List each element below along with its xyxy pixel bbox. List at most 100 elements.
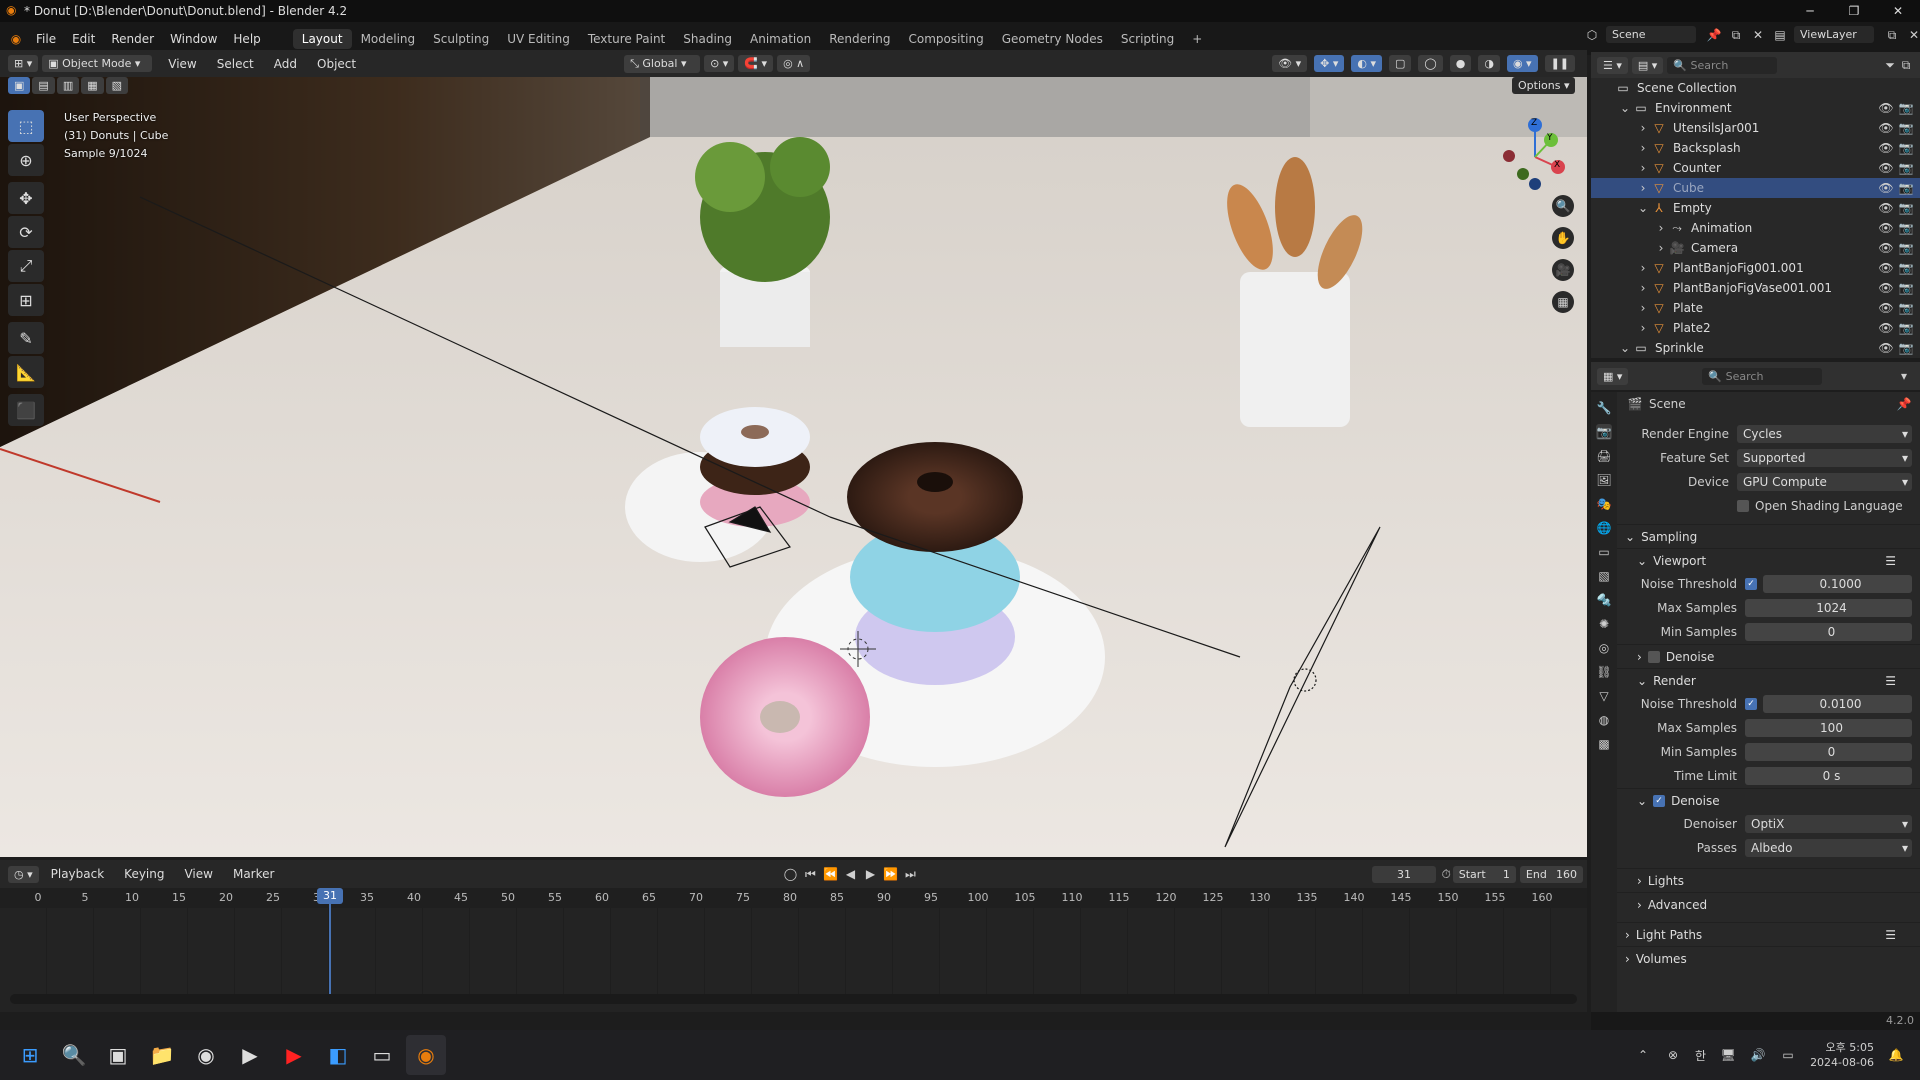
menu-file[interactable]: File	[28, 32, 64, 46]
rendered-shading[interactable]: ◉ ▾	[1506, 55, 1538, 72]
expand-toggle-icon[interactable]: ›	[1653, 240, 1669, 256]
r-max-samples-field[interactable]: 100	[1745, 719, 1912, 737]
render-toggle-icon[interactable]: 📷	[1898, 280, 1914, 296]
render-toggle-icon[interactable]: 📷	[1898, 340, 1914, 356]
render-toggle-icon[interactable]: 📷	[1898, 260, 1914, 276]
scene-tab-icon[interactable]: 🎭	[1596, 496, 1612, 512]
terminal-icon[interactable]: ▭	[362, 1035, 402, 1075]
modifier-tab-icon[interactable]: 🔩	[1596, 592, 1612, 608]
output-tab-icon[interactable]: 🖨	[1596, 448, 1612, 464]
delete-scene-icon[interactable]: ✕	[1750, 27, 1766, 43]
material-shading[interactable]: ◑	[1478, 55, 1500, 72]
r-denoise-subpanel-header[interactable]: ⌄ ✓ Denoise	[1617, 788, 1920, 812]
task-view-icon[interactable]: ▣	[98, 1035, 138, 1075]
select-new-button[interactable]: ▣	[8, 77, 31, 94]
expand-toggle-icon[interactable]: ›	[1635, 260, 1651, 276]
tray-chevron-icon[interactable]: ⌃	[1635, 1047, 1651, 1063]
visibility-button[interactable]: 👁 ▾	[1272, 55, 1308, 72]
viewport-menu-select[interactable]: Select	[209, 57, 262, 71]
particles-tab-icon[interactable]: ✺	[1596, 616, 1612, 632]
outliner-row[interactable]: › ▽ Backsplash 👁 📷	[1591, 138, 1920, 158]
youtube-icon[interactable]: ▶	[274, 1035, 314, 1075]
transform-tool[interactable]: ⊞	[8, 284, 44, 316]
viewport-menu-view[interactable]: View	[160, 57, 204, 71]
timeline-menu-view[interactable]: View	[176, 867, 220, 881]
osl-checkbox[interactable]	[1737, 500, 1749, 512]
expand-toggle-icon[interactable]: ›	[1635, 300, 1651, 316]
3d-viewport[interactable]: User Perspective (31) Donuts | Cube Samp…	[0, 77, 1587, 857]
view-layer-tab-icon[interactable]: 🖼	[1596, 472, 1612, 488]
annotate-tool[interactable]: ✎	[8, 322, 44, 354]
visibility-eye-icon[interactable]: 👁	[1878, 160, 1894, 176]
expand-toggle-icon[interactable]: ›	[1635, 120, 1651, 136]
add-cube-tool[interactable]: ⬛	[8, 394, 44, 426]
list-icon[interactable]: ☰	[1885, 928, 1896, 942]
minimize-button[interactable]: ─	[1788, 0, 1832, 22]
outliner-row[interactable]: › ▽ PlantBanjoFig001.001 👁 📷	[1591, 258, 1920, 278]
new-collection-icon[interactable]: ⧉	[1898, 57, 1914, 73]
end-frame-field[interactable]: End 160	[1519, 865, 1584, 883]
outliner-row[interactable]: ▭ Scene Collection	[1591, 78, 1920, 98]
battery-icon[interactable]: ▭	[1780, 1047, 1796, 1063]
sampling-panel-header[interactable]: ⌄ Sampling	[1617, 524, 1920, 548]
passes-dropdown[interactable]: Albedo ▾	[1745, 839, 1912, 857]
tool-tab-icon[interactable]: 🔧	[1596, 400, 1612, 416]
expand-toggle-icon[interactable]: ›	[1635, 140, 1651, 156]
render-toggle-icon[interactable]: 📷	[1898, 200, 1914, 216]
physics-tab-icon[interactable]: ◎	[1596, 640, 1612, 656]
expand-toggle-icon[interactable]: ›	[1635, 180, 1651, 196]
render-toggle-icon[interactable]: 📷	[1898, 240, 1914, 256]
snap-button[interactable]: 🧲 ▾	[738, 55, 774, 72]
pause-render-button[interactable]: ❚❚	[1544, 55, 1575, 72]
visibility-eye-icon[interactable]: 👁	[1878, 240, 1894, 256]
expand-toggle-icon[interactable]: ⌄	[1617, 100, 1633, 116]
render-toggle-icon[interactable]: 📷	[1898, 300, 1914, 316]
new-view-layer-icon[interactable]: ⧉	[1884, 27, 1900, 43]
network-icon[interactable]: 🖥	[1720, 1047, 1736, 1063]
tab-uv-editing[interactable]: UV Editing	[498, 29, 579, 49]
outliner-editor-type[interactable]: ☰ ▾	[1597, 56, 1628, 74]
tab-sculpting[interactable]: Sculpting	[424, 29, 498, 49]
select-extend-button[interactable]: ▤	[32, 77, 55, 94]
blender-menu-icon[interactable]: ◉	[8, 31, 24, 47]
visibility-eye-icon[interactable]: 👁	[1878, 320, 1894, 336]
close-button[interactable]: ✕	[1876, 0, 1920, 22]
visibility-eye-icon[interactable]: 👁	[1878, 180, 1894, 196]
pan-hand-icon[interactable]: ✋	[1552, 227, 1574, 249]
list-icon[interactable]: ☰	[1885, 674, 1896, 688]
pin-context-icon[interactable]: 📌	[1896, 396, 1912, 412]
pivot-button[interactable]: ⊙ ▾	[704, 55, 735, 72]
move-tool[interactable]: ✥	[8, 182, 44, 214]
menu-window[interactable]: Window	[162, 32, 225, 46]
lights-subpanel-header[interactable]: › Lights	[1617, 868, 1920, 892]
collection-tab-icon[interactable]: ▭	[1596, 544, 1612, 560]
outliner-row[interactable]: › ▽ UtensilsJar001 👁 📷	[1591, 118, 1920, 138]
notification-icon[interactable]: 🔔	[1888, 1047, 1904, 1063]
world-tab-icon[interactable]: 🌐	[1596, 520, 1612, 536]
rotate-tool[interactable]: ⟳	[8, 216, 44, 248]
scale-tool[interactable]: ⤢	[8, 250, 44, 282]
expand-toggle-icon[interactable]: ›	[1635, 320, 1651, 336]
render-toggle-icon[interactable]: 📷	[1898, 120, 1914, 136]
vp-denoise-subpanel-header[interactable]: › Denoise	[1617, 644, 1920, 668]
outliner-row[interactable]: › 🎥 Camera 👁 📷	[1591, 238, 1920, 258]
keyframe-area[interactable]	[0, 888, 1587, 994]
render-tab-icon[interactable]: 📷	[1596, 424, 1612, 440]
render-toggle-icon[interactable]: 📷	[1898, 220, 1914, 236]
tab-scripting[interactable]: Scripting	[1112, 29, 1183, 49]
start-frame-field[interactable]: Start 1	[1452, 865, 1516, 883]
jump-end-icon[interactable]: ⏭	[902, 866, 918, 882]
proportional-edit-button[interactable]: ◎ ∧	[777, 55, 811, 72]
properties-search[interactable]: 🔍 Search	[1702, 367, 1823, 385]
expand-toggle-icon[interactable]: ⌄	[1617, 340, 1633, 356]
current-frame-field[interactable]: 31	[1372, 865, 1436, 883]
select-subtract-button[interactable]: ▥	[56, 77, 80, 94]
view-layer-selector[interactable]: ViewLayer	[1794, 26, 1874, 43]
tray-app-icon[interactable]: ⊗	[1665, 1047, 1681, 1063]
render-subpanel-header[interactable]: ⌄ Render ☰	[1617, 668, 1920, 692]
ime-indicator[interactable]: 한	[1695, 1047, 1706, 1064]
timeline-editor-type[interactable]: ◷ ▾	[8, 865, 39, 883]
r-noise-threshold-checkbox[interactable]: ✓	[1745, 698, 1757, 710]
options-button[interactable]: Options ▾	[1512, 77, 1576, 94]
visibility-eye-icon[interactable]: 👁	[1878, 340, 1894, 356]
